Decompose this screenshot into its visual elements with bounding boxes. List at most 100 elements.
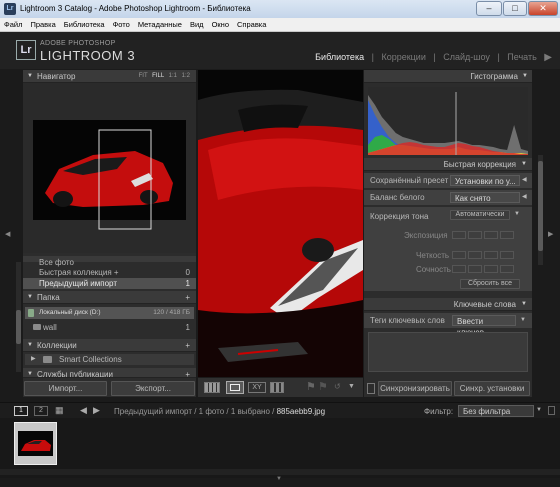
disk-usage: 120 / 418 ГБ [153,309,190,316]
right-collapse-icon[interactable]: ▶ [548,230,553,238]
back-arrow-icon[interactable]: ◀ [80,405,87,416]
sync-toggle-icon[interactable] [367,383,375,394]
menu-window[interactable]: Окно [212,20,229,29]
wb-triangle-icon[interactable]: ◀ [522,190,527,205]
publish-header[interactable]: ▼ Службы публикации + [23,368,196,378]
zoom-fit[interactable]: FIT [139,73,148,79]
survey-view-icon[interactable] [270,382,284,393]
menu-library[interactable]: Библиотека [64,20,105,29]
module-slideshow[interactable]: Слайд-шоу [443,52,490,62]
quick-develop-header[interactable]: Быстрая коррекция ▼ [364,158,532,171]
exposure-decrease-large[interactable] [452,231,466,239]
clarity-decrease[interactable] [468,251,482,259]
keyword-triangle-icon[interactable]: ▼ [520,313,526,328]
catalog-item-quick[interactable]: Быстрая коллекция + 0 [23,268,196,278]
smart-collections-item[interactable]: ▶ Smart Collections [25,354,194,365]
filter-dropdown[interactable]: Без фильтра [458,405,534,417]
maximize-button[interactable]: □ [503,1,527,16]
grid-icon[interactable]: ▦ [55,405,64,416]
left-collapse-icon[interactable]: ◀ [5,230,10,238]
saved-preset-label: Сохранённый пресет [370,176,449,185]
library-toolbar: XY ⚑ ⚑ ↺ ▼ [198,378,363,397]
collections-header[interactable]: ▼ Коллекции + [23,339,196,352]
filmstrip-thumbnail[interactable] [14,422,57,465]
vibrance-increase-large[interactable] [500,265,514,273]
module-library[interactable]: Библиотека [315,52,364,62]
keywords-textarea[interactable] [368,332,528,372]
catalog-item-previous-import[interactable]: Предыдущий импорт 1 [23,278,196,289]
sync-settings-button[interactable]: Синхр. установки [454,381,530,396]
loupe-view-icon[interactable] [226,381,244,394]
filmstrip-collapse-icon[interactable]: ▼ [276,476,282,482]
menu-help[interactable]: Справка [237,20,266,29]
vibrance-decrease[interactable] [468,265,482,273]
right-scrollbar-thumb[interactable] [538,161,543,251]
rotate-icon[interactable]: ↺ [334,382,341,391]
disk-row[interactable]: Локальный диск (D:) 120 / 418 ГБ [25,307,194,319]
folders-header[interactable]: ▼ Папка + [23,291,196,304]
minimize-button[interactable]: – [476,1,502,16]
zoom-1-1[interactable]: 1:1 [169,73,177,79]
saved-preset-dropdown[interactable]: Установки по у... [450,175,520,186]
histogram-graph[interactable] [368,87,528,155]
left-scrollbar-thumb[interactable] [16,310,21,344]
source-path[interactable]: Предыдущий импорт / 1 фото / 1 выбрано / [114,407,274,416]
filter-lock-icon[interactable] [548,406,555,415]
vibrance-increase[interactable] [484,265,498,273]
folder-item[interactable]: wall 1 [25,322,194,333]
preset-triangle-icon[interactable]: ◀ [522,173,527,188]
close-button[interactable]: ✕ [528,1,558,16]
exposure-decrease[interactable] [468,231,482,239]
white-balance-dropdown[interactable]: Как снято [450,192,520,203]
toolbar-dropdown-icon[interactable]: ▼ [348,383,355,390]
add-collection-icon[interactable]: + [185,339,190,352]
menu-photo[interactable]: Фото [113,20,130,29]
collection-set-icon [43,356,52,363]
sync-button[interactable]: Синхронизировать [378,381,452,396]
navigator-header[interactable]: ▼ Навигатор FIT FILL 1:1 1:2 [23,70,196,83]
add-publish-icon[interactable]: + [185,368,190,377]
forward-arrow-icon[interactable]: ▶ [93,405,100,416]
reject-flag-icon[interactable]: ⚑ [318,380,328,393]
keywords-header[interactable]: Ключевые слова ▼ [364,298,532,311]
auto-tone-button[interactable]: Автоматически [450,210,510,220]
keyword-tags-dropdown[interactable]: Ввести ключев... [452,315,516,337]
expand-triangle-icon: ▶ [31,356,36,362]
left-scrollbar[interactable] [16,262,21,372]
menu-view[interactable]: Вид [190,20,204,29]
collapse-triangle-icon: ▼ [521,301,527,307]
add-folder-icon[interactable]: + [185,291,190,304]
histogram-header[interactable]: Гистограмма ▼ [364,70,532,83]
filter-dropdown-icon[interactable]: ▼ [536,407,542,413]
export-button[interactable]: Экспорт... [111,381,195,396]
menu-file[interactable]: Файл [4,20,22,29]
menu-metadata[interactable]: Метаданные [138,20,182,29]
compare-view-icon[interactable]: XY [248,382,266,393]
catalog-item-label: Быстрая коллекция + [39,268,119,277]
module-develop[interactable]: Коррекции [381,52,425,62]
exposure-increase-large[interactable] [500,231,514,239]
reset-all-button[interactable]: Сбросить все [460,279,520,289]
loupe-view[interactable] [198,70,363,377]
module-print[interactable]: Печать [507,52,536,62]
catalog-item-all[interactable]: Все фото [23,258,196,268]
clarity-increase-large[interactable] [500,251,514,259]
tone-triangle-icon[interactable]: ▼ [514,211,520,217]
main-window-button[interactable]: 1 [14,406,28,416]
title-bar: Lr Lightroom 3 Catalog - Adobe Photoshop… [0,0,560,18]
vibrance-decrease-large[interactable] [452,265,466,273]
menu-edit[interactable]: Правка [30,20,55,29]
clarity-decrease-large[interactable] [452,251,466,259]
clarity-increase[interactable] [484,251,498,259]
pick-flag-icon[interactable]: ⚑ [306,380,316,393]
second-window-button[interactable]: 2 [34,406,48,416]
import-button[interactable]: Импорт... [24,381,107,396]
zoom-fill[interactable]: FILL [152,73,164,79]
filmstrip-scrollbar[interactable] [0,469,560,475]
grid-view-icon[interactable] [204,382,220,393]
exposure-increase[interactable] [484,231,498,239]
navigator-thumbnail[interactable] [23,83,196,253]
navigator-preview-area[interactable] [23,83,196,253]
zoom-1-2[interactable]: 1:2 [182,73,190,79]
right-scrollbar[interactable] [538,155,543,265]
